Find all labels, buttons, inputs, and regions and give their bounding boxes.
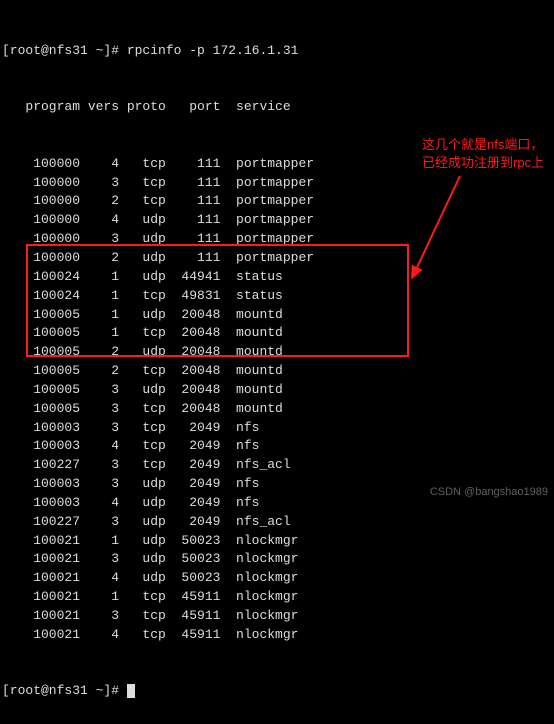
table-row: 100227 3 udp 2049 nfs_acl (2, 513, 552, 532)
table-row: 100227 3 tcp 2049 nfs_acl (2, 456, 552, 475)
command-text: rpcinfo -p 172.16.1.31 (127, 43, 299, 58)
table-row: 100024 1 tcp 49831 status (2, 287, 552, 306)
watermark: CSDN @bangshao1989 (430, 486, 548, 498)
table-row: 100021 1 tcp 45911 nlockmgr (2, 588, 552, 607)
table-row: 100005 1 tcp 20048 mountd (2, 324, 552, 343)
annotation-text: 这几个就是nfs端口，已经成功注册到rpc上 (422, 136, 552, 172)
table-row: 100005 1 udp 20048 mountd (2, 306, 552, 325)
table-row: 100000 3 udp 111 portmapper (2, 230, 552, 249)
table-row: 100000 3 tcp 111 portmapper (2, 174, 552, 193)
shell-prompt: [root@nfs31 ~]# (2, 43, 127, 58)
table-row: 100021 3 udp 50023 nlockmgr (2, 550, 552, 569)
command-line-1: [root@nfs31 ~]# rpcinfo -p 172.16.1.31 (2, 42, 552, 61)
table-header: program vers proto port service (2, 98, 552, 117)
table-row: 100024 1 udp 44941 status (2, 268, 552, 287)
table-row: 100003 4 tcp 2049 nfs (2, 437, 552, 456)
table-row: 100005 3 tcp 20048 mountd (2, 400, 552, 419)
table-row: 100005 2 tcp 20048 mountd (2, 362, 552, 381)
table-row: 100021 4 tcp 45911 nlockmgr (2, 626, 552, 645)
table-row: 100000 2 udp 111 portmapper (2, 249, 552, 268)
table-row: 100003 3 tcp 2049 nfs (2, 419, 552, 438)
shell-prompt: [root@nfs31 ~]# (2, 683, 127, 698)
table-row: 100005 2 udp 20048 mountd (2, 343, 552, 362)
command-line-2: [root@nfs31 ~]# (2, 682, 552, 701)
table-row: 100021 3 tcp 45911 nlockmgr (2, 607, 552, 626)
table-row: 100000 4 udp 111 portmapper (2, 211, 552, 230)
terminal-output[interactable]: [root@nfs31 ~]# rpcinfo -p 172.16.1.31 p… (0, 0, 554, 724)
table-row: 100005 3 udp 20048 mountd (2, 381, 552, 400)
table-row: 100021 4 udp 50023 nlockmgr (2, 569, 552, 588)
table-row: 100000 2 tcp 111 portmapper (2, 192, 552, 211)
cursor-icon (127, 684, 135, 698)
table-row: 100021 1 udp 50023 nlockmgr (2, 532, 552, 551)
